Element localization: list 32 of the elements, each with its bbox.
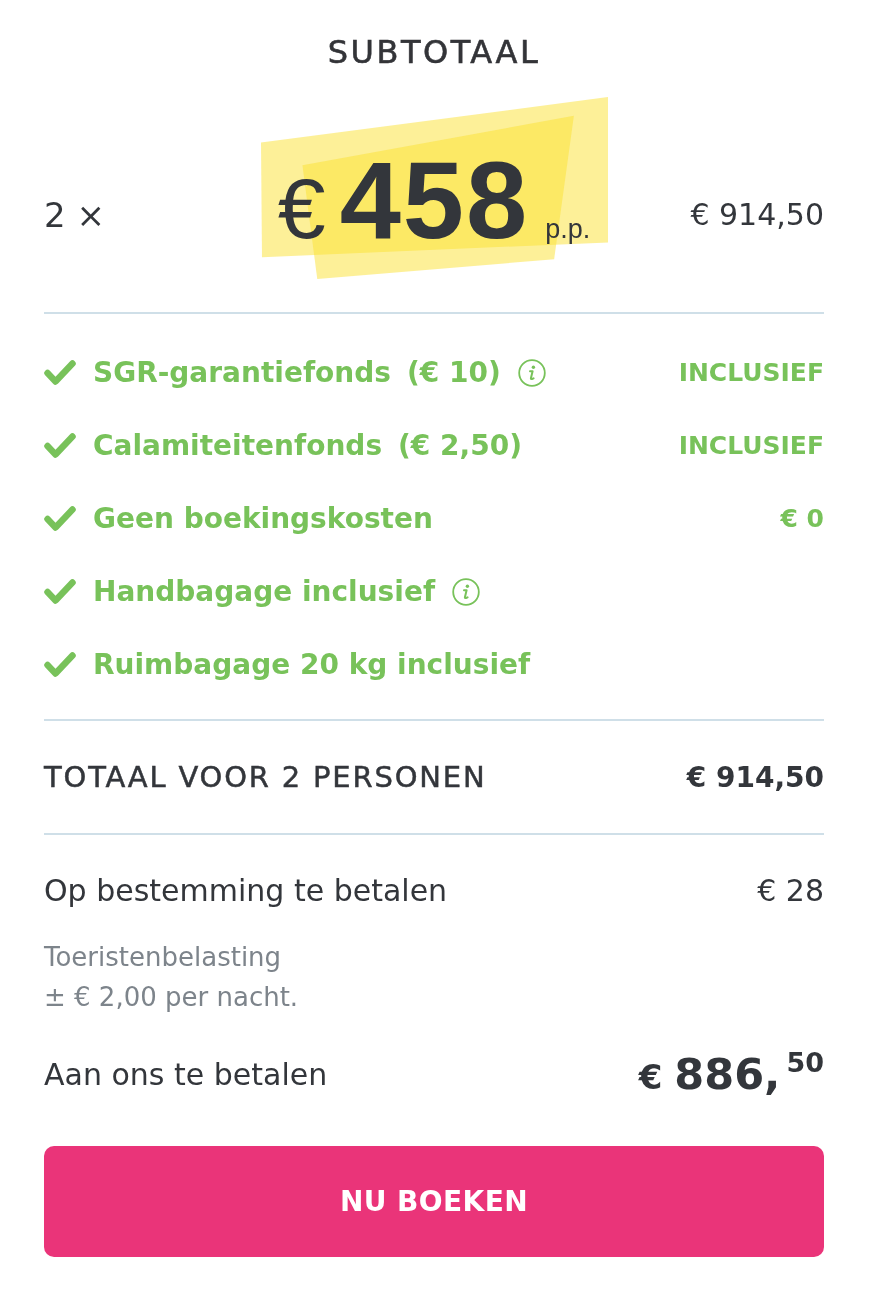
check-icon: [44, 505, 76, 532]
amount-due: € 886,$^{50}$: [638, 1052, 824, 1096]
total-label: TOTAAL VOOR 2 PERSONEN: [44, 760, 487, 794]
on-site-label: Op bestemming te betalen: [44, 873, 448, 909]
included-item-label: Calamiteitenfonds: [93, 428, 383, 463]
check-icon: [44, 432, 76, 459]
included-item-label: Ruimbagage 20 kg inclusief: [93, 647, 531, 682]
amount-due-label: Aan ons te betalen: [44, 1056, 328, 1092]
item-fee-text: (€ 2,50): [398, 428, 522, 463]
check-icon: [44, 651, 76, 678]
price-per-person: 458: [339, 145, 530, 255]
tax-note: Toeristenbelasting: [44, 941, 282, 974]
included-item-label: SGR-garantiefonds: [93, 355, 391, 390]
info-icon[interactable]: [517, 358, 546, 387]
book-now-button[interactable]: NU BOEKEN: [44, 1146, 824, 1257]
quantity-text: 2 ×: [44, 195, 105, 235]
on-site-amount: € 28: [757, 873, 824, 909]
included-item-label: Geen boekingskosten: [93, 501, 433, 536]
item-value: € 0: [780, 502, 824, 535]
item-fee-text: (€ 10): [406, 355, 501, 390]
total-amount: € 914,50: [686, 760, 824, 794]
item-value: INCLUSIEF: [678, 356, 824, 389]
subtotal-amount: € 914,50: [690, 197, 824, 233]
per-person-unit: p.p.: [545, 216, 591, 243]
check-icon: [44, 359, 76, 386]
currency-symbol: €: [277, 165, 326, 251]
tax-note: ± € 2,00 per nacht.: [44, 981, 299, 1014]
info-icon[interactable]: [452, 577, 481, 606]
subtotal-heading: SUBTOTAAL: [327, 32, 541, 72]
included-item-label: Handbagage inclusief: [93, 574, 436, 609]
item-value: INCLUSIEF: [678, 429, 824, 462]
check-icon: [44, 578, 76, 605]
